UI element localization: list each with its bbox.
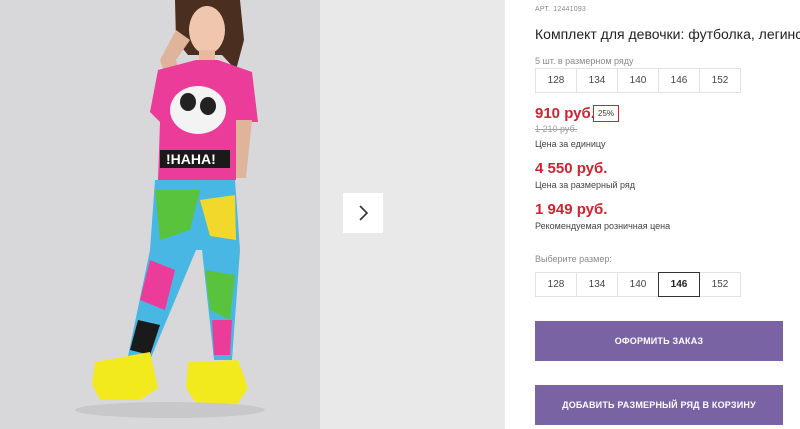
article-label: АРТ. [535, 6, 551, 13]
product-photo-girl: !HAHA! [0, 0, 320, 429]
unit-price-caption: Цена за единицу [535, 139, 606, 149]
choose-size-label: Выберите размер: [535, 254, 612, 264]
size-option-134[interactable]: 134 [576, 272, 618, 297]
size-selector: 128 134 140 146 152 [535, 272, 741, 297]
size-row-item: 140 [617, 68, 659, 93]
product-info: АРТ. 12441093 Комплект для девочки: футбо… [535, 0, 800, 429]
row-price-caption: Цена за размерный ряд [535, 180, 636, 190]
place-order-button[interactable]: ОФОРМИТЬ ЗАКАЗ [535, 321, 783, 361]
article-value: 12441093 [553, 6, 587, 13]
size-option-140[interactable]: 140 [617, 272, 659, 297]
size-row-item: 134 [576, 68, 618, 93]
unit-price: 910 руб. [535, 105, 595, 122]
row-price: 4 550 руб. [535, 160, 608, 177]
size-row-item: 152 [699, 68, 741, 93]
article-number: АРТ. 12441093 [535, 6, 589, 13]
size-row-item: 146 [658, 68, 700, 93]
size-row-list: 128 134 140 146 152 [535, 68, 741, 93]
size-option-146[interactable]: 146 [658, 272, 700, 297]
size-row-item: 128 [535, 68, 577, 93]
next-image-button[interactable] [343, 193, 383, 233]
product-title: Комплект для девочки: футболка, легинсы [535, 26, 800, 42]
size-option-152[interactable]: 152 [699, 272, 741, 297]
size-row-caption: 5 шт. в размерном ряду [535, 56, 634, 66]
old-price: 1 210 руб. [535, 124, 578, 134]
recommended-price: 1 949 руб. [535, 201, 608, 218]
chevron-right-icon [359, 205, 369, 221]
product-main-image[interactable]: !HAHA! [0, 0, 320, 429]
size-option-128[interactable]: 128 [535, 272, 577, 297]
recommended-price-caption: Рекомендуемая розничная цена [535, 221, 671, 231]
shirt-print-text: !HAHA! [166, 151, 216, 167]
add-row-to-cart-button[interactable]: ДОБАВИТЬ РАЗМЕРНЫЙ РЯД В КОРЗИНУ [535, 385, 783, 425]
discount-badge: 25% [593, 105, 620, 122]
